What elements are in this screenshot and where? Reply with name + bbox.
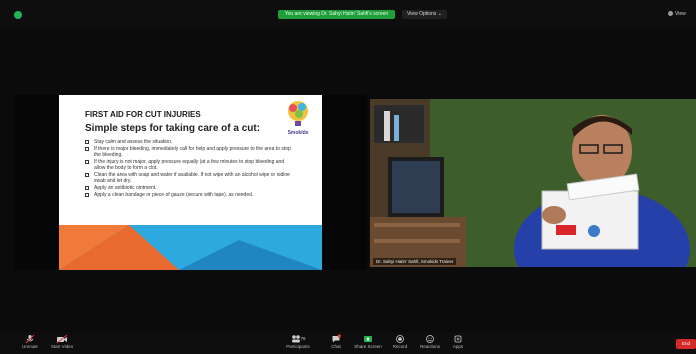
slide-heading: Simple steps for taking care of a cut: bbox=[85, 123, 261, 134]
participants-button[interactable]: 76 Participants bbox=[282, 334, 314, 350]
smokids-logo: Smokids bbox=[288, 101, 309, 136]
slide-bullet-text: If the injury is not major, apply pressu… bbox=[94, 159, 285, 171]
svg-text:76: 76 bbox=[300, 336, 306, 341]
svg-text:Smokids: Smokids bbox=[288, 130, 309, 136]
slide-title: FIRST AID FOR CUT INJURIES bbox=[85, 110, 201, 119]
end-meeting-button[interactable]: End bbox=[676, 339, 696, 349]
grid-icon bbox=[668, 11, 673, 17]
slide-bullet-text: If there is major bleeding, immediately … bbox=[94, 146, 291, 158]
slide-bullet-text: Clean the area with soap and water if av… bbox=[94, 172, 290, 184]
chat-label: Chat bbox=[331, 344, 341, 349]
view-button-label: View bbox=[675, 11, 686, 17]
slide-bullet: Stay calm and assess the situation. bbox=[85, 139, 295, 145]
participant-name-label: Dr. Sahyi Hatin' Sahfi, Smokids Trainer bbox=[373, 258, 457, 265]
record-button[interactable]: Record bbox=[384, 334, 416, 350]
unmute-label: Unmute bbox=[22, 344, 38, 349]
presentation-slide: FIRST AID FOR CUT INJURIES Simple steps … bbox=[59, 95, 322, 270]
screen-share-banner: You are viewing Dr. Sahyi Hatin' Sahfi's… bbox=[278, 10, 395, 19]
checkbox-bullet-icon bbox=[85, 172, 89, 177]
microphone-icon bbox=[25, 334, 35, 344]
meeting-toolbar: Unmute Start Video 76 Participants Chat … bbox=[0, 332, 696, 354]
start-video-label: Start Video bbox=[50, 344, 74, 349]
checkbox-bullet-icon bbox=[85, 192, 89, 197]
checkbox-bullet-icon bbox=[85, 146, 89, 151]
apps-icon bbox=[454, 335, 462, 343]
record-icon bbox=[396, 335, 404, 343]
slide-bullet: Clean the area with soap and water if av… bbox=[85, 172, 295, 184]
slide-bullet-text: Apply an antibiotic ointment. bbox=[94, 185, 157, 191]
apps-label: Apps bbox=[452, 344, 464, 349]
video-camera-icon bbox=[56, 334, 68, 344]
security-shield-icon[interactable] bbox=[14, 11, 22, 19]
reactions-icon bbox=[426, 335, 434, 343]
share-screen-icon bbox=[364, 336, 372, 342]
participants-icon: 76 bbox=[292, 335, 306, 343]
slide-bullet: If the injury is not major, apply pressu… bbox=[85, 159, 295, 171]
participants-label: Participants bbox=[286, 344, 310, 349]
slide-bullet: Apply an antibiotic ointment. bbox=[85, 185, 295, 191]
apps-button[interactable]: Apps bbox=[442, 334, 474, 350]
share-screen-label: Share Screen bbox=[354, 344, 382, 349]
view-options-button[interactable]: View Options ⌄ bbox=[402, 10, 447, 19]
checkbox-bullet-icon bbox=[85, 159, 89, 164]
slide-bullet-text: Apply a clean bandage or piece of gauze … bbox=[94, 192, 254, 198]
view-button[interactable]: View bbox=[668, 10, 686, 19]
checkbox-bullet-icon bbox=[85, 139, 89, 144]
slide-bullet: If there is major bleeding, immediately … bbox=[85, 146, 295, 158]
unmute-button[interactable]: Unmute bbox=[14, 334, 46, 350]
speaker-video: Dr. Sahyi Hatin' Sahfi, Smokids Trainer bbox=[370, 99, 696, 267]
speaker-video-frame bbox=[370, 99, 696, 267]
chat-icon bbox=[332, 334, 341, 343]
start-video-button[interactable]: Start Video bbox=[46, 334, 78, 350]
share-screen-button[interactable]: Share Screen bbox=[352, 334, 384, 350]
slide-bullet: Apply a clean bandage or piece of gauze … bbox=[85, 192, 295, 198]
shared-screen: FIRST AID FOR CUT INJURIES Simple steps … bbox=[14, 95, 367, 270]
chat-button[interactable]: Chat bbox=[320, 334, 352, 350]
meeting-top-bar: You are viewing Dr. Sahyi Hatin' Sahfi's… bbox=[0, 0, 696, 28]
slide-bullet-text: Stay calm and assess the situation. bbox=[94, 139, 173, 145]
record-label: Record bbox=[392, 344, 408, 349]
checkbox-bullet-icon bbox=[85, 185, 89, 190]
slide-footer-graphic bbox=[59, 225, 322, 270]
slide-bullet-list: Stay calm and assess the situation. If t… bbox=[85, 139, 295, 199]
